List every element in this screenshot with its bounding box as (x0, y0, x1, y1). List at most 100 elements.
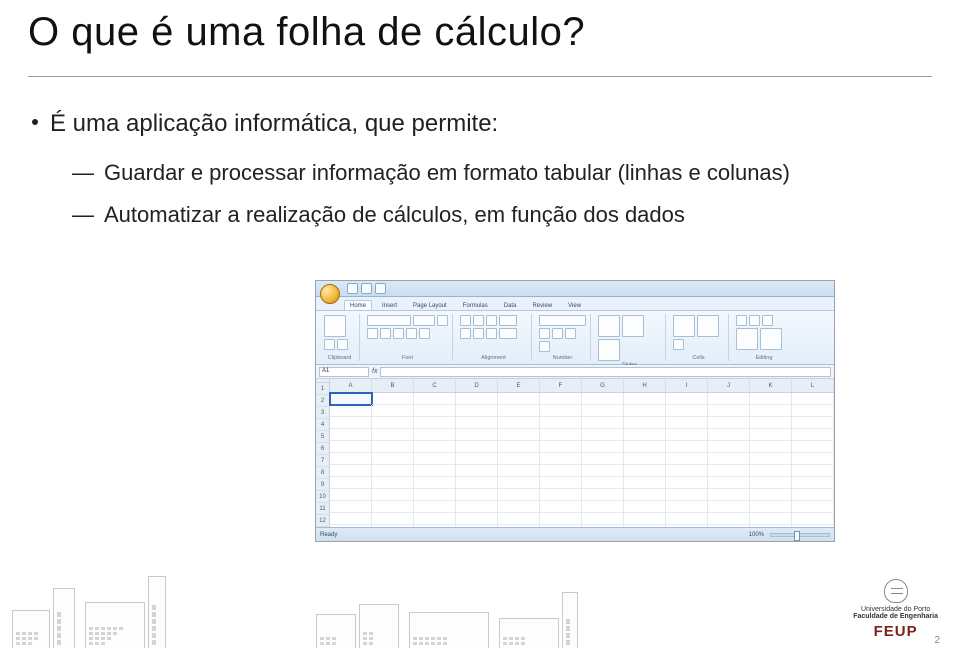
cell (330, 489, 372, 501)
bullet-text: É uma aplicação informática, que permite… (50, 108, 498, 140)
cell (582, 489, 624, 501)
cell (750, 393, 792, 405)
cell (414, 489, 456, 501)
cell (372, 477, 414, 489)
cell (708, 489, 750, 501)
cell (414, 501, 456, 513)
paste-icon (324, 315, 346, 337)
ribbon-group-label: Font (367, 354, 448, 361)
row-headers: 1 2 3 4 5 6 7 8 9 10 11 12 (316, 379, 330, 527)
ribbon-group: Editing (732, 314, 796, 361)
cell (666, 489, 708, 501)
format-cells-icon (673, 339, 684, 350)
ribbon-group: Cells (669, 314, 729, 361)
row-header: 12 (316, 515, 329, 527)
cell (414, 465, 456, 477)
slide-footer: Universidade do Porto Faculdade de Engen… (0, 550, 960, 648)
cell (456, 513, 498, 525)
column-header: D (456, 379, 498, 392)
autosum-icon (736, 315, 747, 326)
spreadsheet-grid: 1 2 3 4 5 6 7 8 9 10 11 12 A B C D E F G… (316, 379, 834, 527)
column-header: H (624, 379, 666, 392)
cell (414, 405, 456, 417)
ribbon-tab: Insert (376, 300, 403, 310)
subbullet-text: Automatizar a realização de cálculos, em… (104, 200, 685, 230)
cell (624, 393, 666, 405)
cell-row (330, 393, 834, 405)
cell (708, 405, 750, 417)
cell (666, 477, 708, 489)
table-format-icon (622, 315, 644, 337)
cell (750, 489, 792, 501)
zoom-value: 100% (749, 532, 764, 538)
cell (414, 393, 456, 405)
subbullet-item: — Guardar e processar informação em form… (72, 158, 912, 188)
ribbon-tab: Review (526, 300, 558, 310)
cell (792, 489, 834, 501)
cell (456, 393, 498, 405)
cell (666, 417, 708, 429)
cell (624, 489, 666, 501)
cell (498, 513, 540, 525)
buildings-artwork (0, 550, 960, 648)
cell (582, 501, 624, 513)
row-header: 7 (316, 455, 329, 467)
subbullet-item: — Automatizar a realização de cálculos, … (72, 200, 912, 230)
cell (330, 429, 372, 441)
cell (750, 513, 792, 525)
cells-area (330, 393, 834, 527)
cell (540, 477, 582, 489)
ribbon-group: Number (535, 314, 591, 361)
name-box: A1 (319, 367, 369, 377)
cell (624, 405, 666, 417)
cell (750, 441, 792, 453)
find-select-icon (760, 328, 782, 350)
cell (540, 441, 582, 453)
cell (330, 417, 372, 429)
bold-icon (437, 315, 448, 326)
cell (582, 465, 624, 477)
cell (498, 441, 540, 453)
cell (666, 501, 708, 513)
cell (582, 417, 624, 429)
cell-row (330, 453, 834, 465)
status-bar: Ready 100% (316, 527, 834, 541)
ribbon-tab: Home (344, 300, 372, 310)
cell-row (330, 501, 834, 513)
cell (414, 513, 456, 525)
cell-row (330, 441, 834, 453)
bullet-item: É uma aplicação informática, que permite… (32, 108, 912, 140)
slide-content: É uma aplicação informática, que permite… (32, 108, 912, 242)
cell (540, 393, 582, 405)
cell (414, 417, 456, 429)
row-header: 4 (316, 419, 329, 431)
cell (330, 465, 372, 477)
align-top-icon (460, 315, 471, 326)
cell (456, 441, 498, 453)
row-header: 9 (316, 479, 329, 491)
column-header: F (540, 379, 582, 392)
cell (708, 429, 750, 441)
cell (330, 501, 372, 513)
cell (372, 513, 414, 525)
cell (540, 465, 582, 477)
bullet-marker-icon (32, 119, 38, 125)
cell (792, 417, 834, 429)
cell (750, 501, 792, 513)
cell (750, 405, 792, 417)
cell (372, 441, 414, 453)
font-color-icon (419, 328, 430, 339)
ribbon-group: Clipboard (320, 314, 360, 361)
excel-screenshot: Home Insert Page Layout Formulas Data Re… (315, 280, 835, 542)
align-left-icon (460, 328, 471, 339)
ribbon-group-label: Number (539, 354, 586, 361)
page-number: 2 (934, 635, 940, 646)
cell (372, 489, 414, 501)
footer-logo-block: Universidade do Porto Faculdade de Engen… (853, 579, 938, 640)
ribbon-group-label: Editing (736, 354, 792, 361)
cell (750, 477, 792, 489)
underline-icon (380, 328, 391, 339)
cell (582, 453, 624, 465)
copy-icon (337, 339, 348, 350)
cell (624, 513, 666, 525)
